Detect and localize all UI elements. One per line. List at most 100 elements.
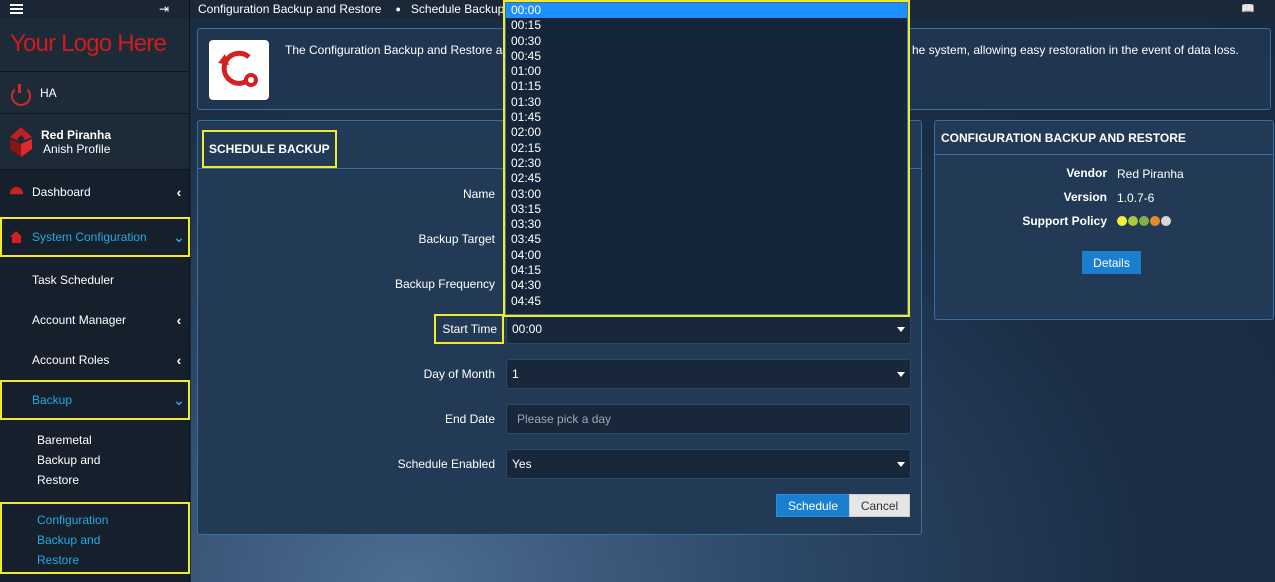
- sidebar-item-label: Dashboard: [32, 185, 91, 199]
- sidebar-item-label: Backup: [32, 393, 73, 407]
- dropdown-option[interactable]: 02:30: [506, 156, 907, 171]
- start-time-value: 00:00: [512, 322, 543, 336]
- support-policy-label: Support Policy: [1022, 214, 1107, 228]
- dropdown-option[interactable]: 03:15: [506, 202, 907, 217]
- support-dot: [1128, 216, 1138, 226]
- schedule-button[interactable]: Schedule: [776, 494, 850, 517]
- caret-down-icon: [897, 372, 905, 377]
- dropdown-option[interactable]: 02:00: [506, 125, 907, 140]
- end-date-placeholder: Please pick a day: [517, 412, 612, 426]
- dropdown-option[interactable]: 04:00: [506, 248, 907, 263]
- breadcrumb-item: Schedule Backup: [410, 2, 505, 16]
- dropdown-option[interactable]: 02:15: [506, 141, 907, 156]
- sidebar-item-label-line: Restore: [37, 473, 80, 487]
- dropdown-option[interactable]: 01:00: [506, 64, 907, 79]
- info-text-continued: he system, allowing easy restoration in …: [912, 43, 1239, 57]
- sidebar-item-label-line: Backup and: [37, 453, 101, 467]
- backup-frequency-label: Backup Frequency: [394, 277, 495, 291]
- end-date-input[interactable]: Please pick a day: [506, 404, 911, 434]
- dropdown-option[interactable]: 03:45: [506, 232, 907, 247]
- end-date-label: End Date: [444, 412, 495, 426]
- logout-icon[interactable]: ⇥: [159, 2, 169, 16]
- dropdown-options: 00:00 00:15 00:30 00:45 01:00 01:15 01:30 01:45…: [506, 3, 907, 309]
- cancel-button[interactable]: Cancel: [849, 494, 910, 517]
- sidebar-item-task-scheduler[interactable]: Task Scheduler: [0, 260, 190, 300]
- chevron-left-icon: ‹: [176, 352, 182, 368]
- logo: Your Logo Here: [0, 18, 189, 72]
- support-policy-indicator: [1117, 216, 1171, 226]
- day-of-month-label: Day of Month: [423, 367, 495, 381]
- dropdown-option[interactable]: 03:30: [506, 217, 907, 232]
- profile-sub: Anish Profile: [43, 141, 111, 156]
- panel-title: SCHEDULE BACKUP: [202, 130, 337, 168]
- sidebar-item-configuration-backup[interactable]: Configuration Backup and Restore: [0, 502, 190, 574]
- vendor-label: Vendor: [1066, 166, 1107, 180]
- dropdown-option[interactable]: 03:00: [506, 187, 907, 202]
- dropdown-option[interactable]: 01:30: [506, 95, 907, 110]
- sidebar-item-baremetal-backup[interactable]: Baremetal Backup and Restore: [0, 430, 190, 490]
- sidebar-item-dashboard[interactable]: Dashboard ‹: [0, 172, 190, 212]
- book-icon[interactable]: 📖: [1241, 2, 1255, 15]
- sidebar-item-account-manager[interactable]: Account Manager ‹: [0, 300, 190, 340]
- power-icon: [10, 83, 31, 106]
- schedule-enabled-select[interactable]: Yes: [506, 449, 911, 479]
- sidebar-item-account-roles[interactable]: Account Roles ‹: [0, 340, 190, 380]
- bullet-icon: ●: [395, 4, 401, 14]
- sidebar-item-label: System Configuration: [32, 230, 147, 244]
- name-label: Name: [462, 187, 495, 201]
- sidebar-item-system-configuration[interactable]: System Configuration ⌄: [0, 217, 190, 257]
- version-label: Version: [1063, 190, 1107, 204]
- profile[interactable]: Red Piranha Anish Profile: [0, 114, 189, 170]
- sidebar-item-label-line: Restore: [37, 553, 80, 567]
- dropdown-option[interactable]: 00:30: [506, 34, 907, 49]
- chevron-left-icon: ‹: [176, 312, 182, 328]
- dropdown-option[interactable]: 00:15: [506, 18, 907, 33]
- breadcrumb-item[interactable]: Configuration Backup and Restore: [198, 2, 381, 16]
- chevron-down-icon: ⌄: [173, 391, 185, 408]
- day-of-month-value: 1: [512, 367, 519, 381]
- version-value: 1.0.7-6: [1117, 191, 1155, 205]
- support-dot: [1139, 216, 1149, 226]
- dropdown-option[interactable]: 02:45: [506, 171, 907, 186]
- chevron-left-icon: ‹: [176, 184, 182, 200]
- schedule-enabled-value: Yes: [512, 457, 532, 471]
- support-dot: [1161, 216, 1171, 226]
- sidebar-item-label: Account Roles: [32, 353, 110, 367]
- profile-name: Red Piranha: [41, 127, 112, 142]
- configuration-info-panel: CONFIGURATION BACKUP AND RESTORE Vendor …: [934, 120, 1274, 320]
- schedule-enabled-label: Schedule Enabled: [397, 457, 495, 471]
- dropdown-option[interactable]: 00:00: [506, 3, 907, 19]
- start-time-dropdown[interactable]: 00:00 00:15 00:30 00:45 01:00 01:15 01:30 01:45…: [503, 0, 910, 317]
- sidebar-item-label-line: Configuration: [37, 513, 109, 527]
- vendor-value: Red Piranha: [1117, 167, 1184, 181]
- sidebar-item-label: Account Manager: [32, 313, 127, 327]
- start-time-select[interactable]: 00:00: [506, 314, 911, 344]
- red-piranha-icon: [10, 126, 32, 157]
- dropdown-option[interactable]: 04:15: [506, 263, 907, 278]
- backup-target-label: Backup Target: [418, 232, 496, 246]
- backup-restore-icon: [209, 40, 269, 100]
- sidebar-item-backup[interactable]: Backup ⌄: [0, 380, 190, 420]
- support-dot: [1117, 216, 1127, 226]
- menu-icon[interactable]: [10, 4, 23, 14]
- dashboard-icon: [10, 187, 23, 198]
- dropdown-option[interactable]: 00:45: [506, 49, 907, 64]
- sidebar: ⇥ Your Logo Here HA Red Piranha Anish Pr…: [0, 0, 190, 582]
- day-of-month-select[interactable]: 1: [506, 359, 911, 389]
- chevron-down-icon: ⌄: [173, 228, 185, 245]
- details-button[interactable]: Details: [1082, 251, 1141, 274]
- ha-item[interactable]: HA: [0, 72, 189, 114]
- sidebar-toolbar: ⇥: [0, 0, 189, 18]
- dropdown-option[interactable]: 01:45: [506, 110, 907, 125]
- sidebar-item-label: Task Scheduler: [32, 273, 115, 287]
- sidebar-item-label-line: Baremetal: [37, 433, 92, 447]
- home-icon: [10, 231, 23, 243]
- ha-label: HA: [40, 85, 57, 100]
- dropdown-option[interactable]: 04:45: [506, 294, 907, 309]
- dropdown-option[interactable]: 04:30: [506, 278, 907, 293]
- panel-title: CONFIGURATION BACKUP AND RESTORE: [935, 121, 1273, 155]
- support-dot: [1150, 216, 1160, 226]
- caret-down-icon: [897, 327, 905, 332]
- info-text: The Configuration Backup and Restore ap: [285, 43, 510, 57]
- dropdown-option[interactable]: 01:15: [506, 79, 907, 94]
